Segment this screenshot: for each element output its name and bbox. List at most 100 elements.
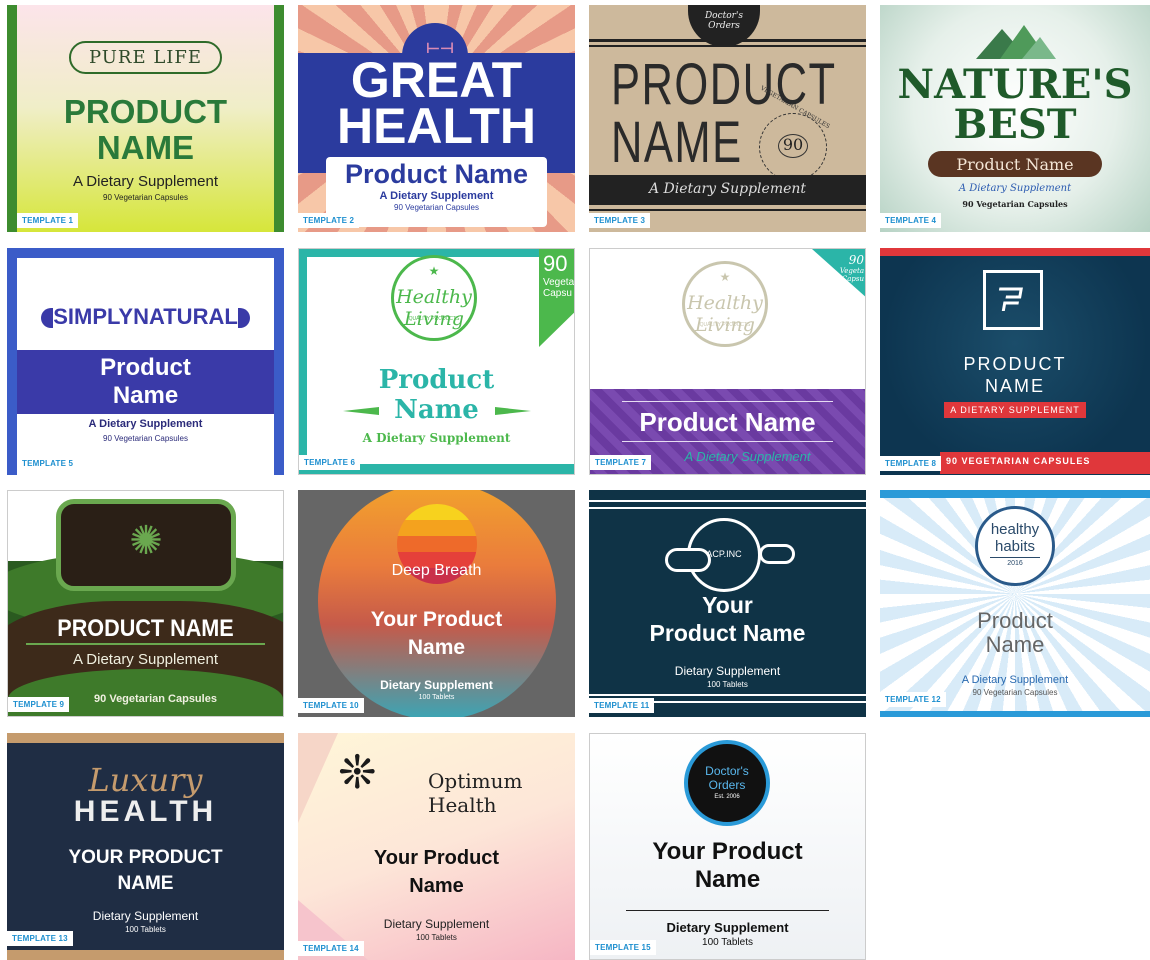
logo-text: healthy (990, 521, 1040, 538)
logo-badge: ✺ (56, 499, 236, 591)
supplement-label: A Dietary Supplement (72, 651, 219, 668)
product-name-line2: NAME (984, 376, 1045, 396)
template-tag[interactable]: TEMPLATE 8 (880, 456, 942, 471)
supplement-label: A Dietary Supplement (648, 181, 807, 197)
product-name-line2: Name (112, 382, 179, 409)
template-card-2[interactable]: ⊢⊣ GREAT HEALTH Product Name A Dietary S… (298, 5, 575, 232)
supplement-label: Dietary Supplement (383, 917, 490, 931)
template-card-3[interactable]: Doctor's Orders PRODUCT NAME 90 VEGETARI… (589, 5, 866, 232)
template-tag[interactable]: TEMPLATE 13 (7, 931, 73, 946)
product-name: Product (977, 608, 1053, 633)
product-name: Your (702, 592, 753, 618)
supplement-label: Dietary Supplement (674, 664, 781, 678)
template-card-13[interactable]: Luxury HEALTH YOUR PRODUCT NAME Dietary … (7, 733, 284, 960)
brand-logo: SIMPLYNATURAL (17, 304, 274, 330)
product-name: PRODUCT (611, 52, 837, 117)
brand-line1: Optimum (428, 769, 523, 793)
brand-badge: PURE LIFE (68, 41, 223, 74)
badge-text: Doctor's (704, 11, 744, 21)
template-card-12[interactable]: healthy habits 2016 Product Name A Dieta… (880, 490, 1150, 717)
template-tag[interactable]: TEMPLATE 7 (590, 455, 652, 470)
brand-logo-icon (983, 270, 1043, 330)
template-tag[interactable]: TEMPLATE 5 (17, 456, 79, 471)
brand-line2: HEALTH (336, 98, 537, 154)
product-name: Your Product (373, 847, 500, 869)
brand-line1: NATURE'S (897, 61, 1133, 108)
template-tag[interactable]: TEMPLATE 12 (880, 692, 946, 707)
logo-year: 2016 (990, 557, 1040, 567)
template-card-14[interactable]: ❊ Optimum Health Your Product Name Dieta… (298, 733, 575, 960)
flag-text-line2: Capsu (841, 275, 864, 283)
template-card-11[interactable]: ACP.INC Your Product Name Dietary Supple… (589, 490, 866, 717)
flag-text: Vegeta (839, 267, 864, 275)
tree-icon: ❊ (338, 746, 377, 798)
healthy-living-logo: ★ Healthy Living QUALITY PRODUCTS (682, 261, 768, 347)
template-tag[interactable]: TEMPLATE 2 (298, 213, 360, 228)
brand-line2: HEALTH (73, 795, 218, 828)
product-name-line2: Name (409, 875, 464, 897)
template-tag[interactable]: TEMPLATE 9 (8, 697, 70, 712)
product-name-line2: Product Name (649, 620, 806, 646)
supplement-label: A DIETARY SUPPLEMENT (944, 402, 1086, 418)
supplement-label: A Dietary Supplement (362, 431, 511, 445)
flag-number: 90 (848, 253, 864, 267)
vegetarian-seal: 90 VEGETARIAN CAPSULES (759, 85, 831, 181)
template-card-15[interactable]: Doctor's Orders Est. 2006 Your Product N… (589, 733, 866, 960)
template-tag[interactable]: TEMPLATE 4 (880, 213, 942, 228)
product-name: PRODUCT (63, 93, 228, 130)
template-card-7[interactable]: ★ Healthy Living QUALITY PRODUCTS 90 Veg… (589, 248, 866, 475)
product-name: Your Product (652, 838, 803, 865)
logo-subtext: QUALITY PRODUCTS (408, 316, 460, 322)
flag-text-line2: Capsu (543, 288, 572, 299)
supplement-label: A Dietary Supplement (379, 190, 494, 202)
seal-number: 90 (778, 134, 808, 158)
product-name-line2: Name (394, 395, 479, 425)
template-card-9[interactable]: ✺ PRODUCT NAME A Dietary Supplement 90 V… (7, 490, 284, 717)
template-card-1[interactable]: PURE LIFE PRODUCT NAME A Dietary Supplem… (7, 5, 284, 232)
product-name: PRODUCT (963, 354, 1067, 374)
count-flag: 90 Vegetar Capsu (539, 249, 575, 347)
template-tag[interactable]: TEMPLATE 10 (298, 698, 364, 713)
mountain-icon (976, 25, 1056, 59)
product-name: Your Product (370, 608, 503, 631)
supplement-label: A Dietary Supplement (88, 418, 203, 430)
product-name: Product (378, 365, 495, 395)
badge-text: Doctor's (705, 764, 749, 778)
brand-text-a: SIMPLY (53, 304, 134, 329)
template-tag[interactable]: TEMPLATE 11 (589, 698, 655, 713)
template-card-5[interactable]: SIMPLYNATURAL Product Name A Dietary Sup… (7, 248, 284, 475)
brand-script: Luxury (88, 761, 203, 799)
template-card-8[interactable]: PRODUCT NAME A DIETARY SUPPLEMENT 90 VEG… (880, 248, 1150, 475)
product-name: Product (100, 354, 191, 381)
template-card-6[interactable]: ★ Healthy Living QUALITY PRODUCTS 90 Veg… (298, 248, 575, 475)
badge-text-line2: Orders (708, 21, 740, 31)
template-grid: PURE LIFE PRODUCT NAME A Dietary Supplem… (0, 0, 1150, 960)
flag-text: Vegetar (543, 277, 575, 288)
healthy-living-logo: ★ Healthy Living QUALITY PRODUCTS (391, 255, 477, 341)
template-card-4[interactable]: NATURE'S BEST Product Name A Dietary Sup… (880, 5, 1150, 232)
logo-text-line2: habits (994, 538, 1036, 555)
template-tag[interactable]: TEMPLATE 14 (298, 941, 364, 956)
brand-text: Deep Breath (391, 562, 482, 579)
healthy-habits-logo: healthy habits 2016 (975, 506, 1055, 586)
product-name-line2: Name (407, 636, 466, 659)
badge-text-line2: Orders (708, 778, 746, 792)
product-name: YOUR PRODUCT (68, 847, 223, 868)
template-tag[interactable]: TEMPLATE 15 (590, 940, 656, 955)
logo-text: Healthy Living (396, 286, 472, 330)
product-name-line2: Name (694, 866, 761, 893)
product-name: Product Name (344, 159, 529, 189)
logo-subtext: QUALITY PRODUCTS (699, 322, 751, 328)
doctors-orders-badge: Doctor's Orders Est. 2006 (684, 740, 770, 826)
product-name: Product Name (639, 407, 816, 437)
template-tag[interactable]: TEMPLATE 6 (299, 455, 361, 470)
brand-line2: BEST (953, 101, 1077, 148)
template-card-10[interactable]: Deep Breath Your Product Name Dietary Su… (298, 490, 575, 717)
count-flag: 90 Vegeta Capsu (812, 249, 865, 299)
product-name-line2: NAME (117, 873, 174, 894)
product-name-line2: NAME (611, 110, 743, 175)
template-tag[interactable]: TEMPLATE 1 (17, 213, 79, 228)
brand-line2: Health (428, 793, 497, 817)
badge-established: Est. 2006 (714, 794, 740, 800)
template-tag[interactable]: TEMPLATE 3 (589, 213, 651, 228)
